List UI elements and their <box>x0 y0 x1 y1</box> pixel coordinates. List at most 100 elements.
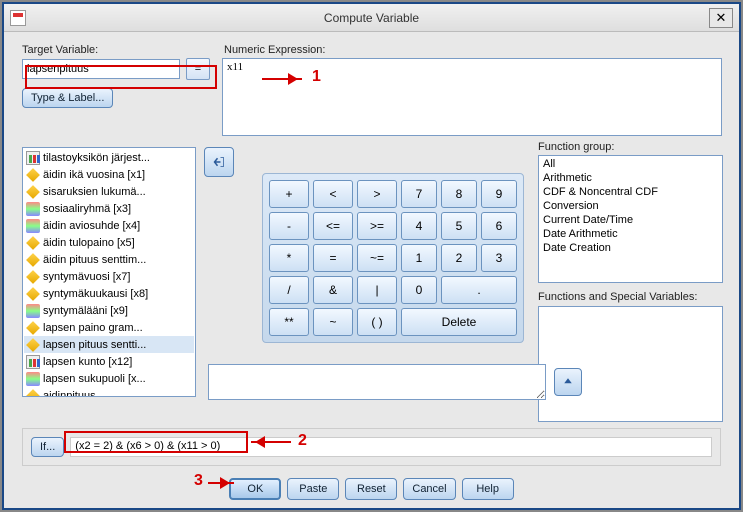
keypad-4-button[interactable]: 4 <box>401 212 437 240</box>
keypad--button[interactable]: + <box>269 180 309 208</box>
keypad-6-button[interactable]: 6 <box>481 212 517 240</box>
scale-icon <box>26 236 40 250</box>
keypad--button[interactable]: * <box>269 244 309 272</box>
functions-special-vars-list[interactable] <box>538 306 723 422</box>
keypad-8-button[interactable]: 8 <box>441 180 477 208</box>
keypad--button[interactable]: >= <box>357 212 397 240</box>
variable-label: sosiaaliryhmä [x3] <box>43 203 131 215</box>
variable-label: äidin ikä vuosina [x1] <box>43 169 145 181</box>
variable-label: lapsen kunto [x12] <box>43 356 132 368</box>
variable-row[interactable]: sosiaaliryhmä [x3] <box>24 200 194 217</box>
titlebar: Compute Variable ✕ <box>4 4 739 32</box>
variable-label: lapsen paino gram... <box>43 322 143 334</box>
keypad--button[interactable]: ~ <box>313 308 353 336</box>
type-and-label-button[interactable]: Type & Label... <box>22 88 113 108</box>
reset-button[interactable]: Reset <box>345 478 397 500</box>
keypad--button[interactable]: & <box>313 276 353 304</box>
variable-label: äidin aviosuhde [x4] <box>43 220 140 232</box>
variable-row[interactable]: äidin pituus senttim... <box>24 251 194 268</box>
numeric-expression-input[interactable] <box>222 58 722 136</box>
function-group-item[interactable]: All <box>540 157 721 171</box>
keypad-9-button[interactable]: 9 <box>481 180 517 208</box>
variable-label: sisaruksien lukumä... <box>43 186 146 198</box>
keypad-5-button[interactable]: 5 <box>441 212 477 240</box>
variable-row[interactable]: syntymävuosi [x7] <box>24 268 194 285</box>
compute-variable-dialog: Compute Variable ✕ Target Variable: = Ty… <box>2 2 741 510</box>
keypad-3-button[interactable]: 3 <box>481 244 517 272</box>
keypad-2-button[interactable]: 2 <box>441 244 477 272</box>
function-group-item[interactable]: Date Creation <box>540 241 721 255</box>
help-button[interactable]: Help <box>462 478 514 500</box>
if-condition-display: (x2 = 2) & (x6 > 0) & (x11 > 0) <box>70 437 712 457</box>
keypad--button[interactable]: ** <box>269 308 309 336</box>
move-to-expression-button[interactable] <box>204 147 234 177</box>
variable-row[interactable]: lapsen paino gram... <box>24 319 194 336</box>
variable-row[interactable]: äidin tulopaino [x5] <box>24 234 194 251</box>
target-variable-input[interactable] <box>22 59 180 79</box>
ok-button[interactable]: OK <box>229 478 281 500</box>
nominal-icon <box>26 304 40 318</box>
function-group-list[interactable]: AllArithmeticCDF & Noncentral CDFConvers… <box>538 155 723 283</box>
scale-icon <box>26 270 40 284</box>
numeric-expression-label: Numeric Expression: <box>224 44 722 56</box>
function-group-item[interactable]: Conversion <box>540 199 721 213</box>
keypad--button[interactable]: ( ) <box>357 308 397 336</box>
cancel-button[interactable]: Cancel <box>403 478 455 500</box>
secondary-expression-input[interactable] <box>208 364 546 400</box>
variable-row[interactable]: syntymäkuukausi [x8] <box>24 285 194 302</box>
function-group-item[interactable]: Current Date/Time <box>540 213 721 227</box>
scale-icon <box>26 338 40 352</box>
keypad--button[interactable]: <= <box>313 212 353 240</box>
variable-label: lapsen pituus sentti... <box>43 339 146 351</box>
variable-row[interactable]: äidin aviosuhde [x4] <box>24 217 194 234</box>
scale-icon <box>26 253 40 267</box>
keypad-0-button[interactable]: 0 <box>401 276 437 304</box>
function-group-item[interactable]: Date Arithmetic <box>540 227 721 241</box>
move-function-up-button[interactable] <box>554 368 582 396</box>
variable-label: syntymävuosi [x7] <box>43 271 130 283</box>
keypad--button[interactable]: / <box>269 276 309 304</box>
keypad-1-button[interactable]: 1 <box>401 244 437 272</box>
scale-icon <box>26 168 40 182</box>
keypad--button[interactable]: > <box>357 180 397 208</box>
variable-label: äidin tulopaino [x5] <box>43 237 135 249</box>
scale-icon <box>26 287 40 301</box>
calculator-keypad: +<>789 -<=>=456 *=~=123 /&|0. **~( )Delete <box>262 173 524 343</box>
variable-label: syntymälääni [x9] <box>43 305 128 317</box>
variable-row[interactable]: aidinpituus <box>24 387 194 397</box>
keypad-Delete-button[interactable]: Delete <box>401 308 517 336</box>
variable-row[interactable]: lapsen sukupuoli [x... <box>24 370 194 387</box>
function-group-item[interactable]: CDF & Noncentral CDF <box>540 185 721 199</box>
scale-icon <box>26 389 40 397</box>
equals-label: = <box>186 58 210 80</box>
if-button[interactable]: If... <box>31 437 64 457</box>
scale-icon <box>26 185 40 199</box>
functions-special-vars-label: Functions and Special Variables: <box>538 291 723 303</box>
keypad--button[interactable]: - <box>269 212 309 240</box>
variable-row[interactable]: tilastoyksikön järjest... <box>24 149 194 166</box>
variable-label: lapsen sukupuoli [x... <box>43 373 146 385</box>
keypad--button[interactable]: . <box>441 276 517 304</box>
variable-row[interactable]: sisaruksien lukumä... <box>24 183 194 200</box>
keypad--button[interactable]: = <box>313 244 353 272</box>
keypad--button[interactable]: ~= <box>357 244 397 272</box>
variable-row[interactable]: lapsen kunto [x12] <box>24 353 194 370</box>
keypad-7-button[interactable]: 7 <box>401 180 437 208</box>
variable-label: aidinpituus <box>43 390 96 398</box>
ordinal-icon <box>26 355 40 369</box>
variable-label: tilastoyksikön järjest... <box>43 152 150 164</box>
keypad--button[interactable]: | <box>357 276 397 304</box>
variable-label: äidin pituus senttim... <box>43 254 146 266</box>
variable-row[interactable]: syntymälääni [x9] <box>24 302 194 319</box>
variable-row[interactable]: lapsen pituus sentti... <box>24 336 194 353</box>
nominal-icon <box>26 372 40 386</box>
function-group-item[interactable]: Arithmetic <box>540 171 721 185</box>
variable-row[interactable]: äidin ikä vuosina [x1] <box>24 166 194 183</box>
keypad--button[interactable]: < <box>313 180 353 208</box>
nominal-icon <box>26 202 40 216</box>
function-group-label: Function group: <box>538 141 723 153</box>
paste-button[interactable]: Paste <box>287 478 339 500</box>
variable-list[interactable]: tilastoyksikön järjest... äidin ikä vuosi… <box>22 147 196 397</box>
nominal-icon <box>26 219 40 233</box>
close-button[interactable]: ✕ <box>709 8 733 28</box>
